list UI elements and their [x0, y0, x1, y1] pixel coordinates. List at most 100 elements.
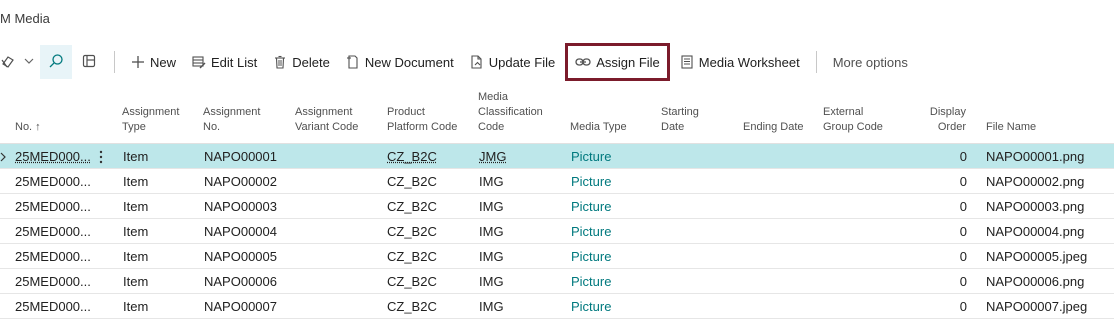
- page-title: M Media: [0, 11, 50, 26]
- cell-classification-code: JMG: [479, 149, 507, 164]
- table-row[interactable]: 25MED000... Item NAPO00004 CZ_B2C IMG Pi…: [0, 219, 1114, 244]
- cell-platform-code: CZ_B2C: [387, 149, 437, 164]
- media-worksheet-button[interactable]: Media Worksheet: [672, 45, 808, 79]
- cell-assignment-type: Item: [123, 299, 149, 314]
- cell-media-type[interactable]: Picture: [571, 269, 656, 294]
- cell-assignment-type: Item: [123, 149, 149, 164]
- column-header-label: Group Code: [823, 121, 883, 133]
- row-menu-icon[interactable]: [99, 144, 103, 169]
- column-header-display-order[interactable]: Display Order: [930, 105, 966, 135]
- column-header-label: Type: [122, 121, 146, 133]
- column-header-media-type[interactable]: Media Type: [570, 120, 627, 135]
- edit-list-icon: [192, 55, 206, 69]
- cell-media-type[interactable]: Picture: [571, 144, 656, 169]
- update-file-button[interactable]: Update File: [462, 45, 563, 79]
- cell-ending-date: [743, 219, 818, 244]
- cell-external-group-code: [824, 269, 914, 294]
- column-header-file-name[interactable]: File Name: [986, 120, 1036, 135]
- cell-variant-code: [296, 219, 381, 244]
- new-document-button[interactable]: New Document: [338, 45, 462, 79]
- column-header-assignment-no[interactable]: Assignment No.: [203, 105, 260, 135]
- cell-variant-code: [296, 244, 381, 269]
- table-row[interactable]: 25MED000... Item NAPO00006 CZ_B2C IMG Pi…: [0, 269, 1114, 294]
- cell-classification-code: IMG: [479, 249, 504, 264]
- media-table: No. ↑ Assignment Type Assignment No. Assig…: [0, 84, 1114, 319]
- cell-assignment-no: NAPO00001: [204, 149, 277, 164]
- table-row[interactable]: 25MED000... Item NAPO00007 CZ_B2C IMG Pi…: [0, 294, 1114, 319]
- cell-no[interactable]: 25MED000...: [15, 219, 99, 244]
- cell-assignment-type: Item: [123, 249, 149, 264]
- column-header-ending-date[interactable]: Ending Date: [743, 120, 804, 135]
- cell-media-type[interactable]: Picture: [571, 194, 656, 219]
- cell-no[interactable]: 25MED000...: [15, 244, 99, 269]
- cell-no[interactable]: 25MED000...: [15, 194, 99, 219]
- cell-file-name: NAPO00002.png: [986, 174, 1085, 189]
- cell-starting-date: [662, 219, 737, 244]
- cell-file-name: NAPO00006.png: [986, 274, 1085, 289]
- table-row[interactable]: 25MED000... Item NAPO00005 CZ_B2C IMG Pi…: [0, 244, 1114, 269]
- cell-no[interactable]: 25MED000...: [15, 144, 99, 169]
- cell-file-name: NAPO00004.png: [986, 224, 1085, 239]
- assign-file-button[interactable]: Assign File: [565, 43, 670, 81]
- search-button[interactable]: [40, 45, 72, 79]
- column-header-assignment-type[interactable]: Assignment Type: [122, 105, 179, 135]
- cell-assignment-no: NAPO00007: [204, 299, 277, 314]
- column-header-label: No.: [203, 121, 221, 133]
- cell-assignment-no: NAPO00005: [204, 249, 277, 264]
- cell-file-name: NAPO00007.jpeg: [986, 299, 1088, 314]
- cell-media-type[interactable]: Picture: [571, 294, 656, 319]
- toolbar-divider: [114, 51, 115, 73]
- column-header-label: File Name: [986, 121, 1037, 133]
- cell-platform-code: CZ_B2C: [387, 274, 437, 289]
- view-switch-button[interactable]: [0, 45, 40, 79]
- column-header-label: Media Type: [570, 121, 627, 133]
- cell-no[interactable]: 25MED000...: [15, 294, 99, 319]
- cell-classification-code: IMG: [479, 174, 504, 189]
- column-header-external-group-code[interactable]: External Group Code: [823, 105, 883, 135]
- cell-assignment-type: Item: [123, 199, 149, 214]
- cell-assignment-type: Item: [123, 274, 149, 289]
- cell-assignment-type: Item: [123, 224, 149, 239]
- media-worksheet-button-label: Media Worksheet: [698, 54, 800, 70]
- cell-variant-code: [296, 144, 381, 169]
- cell-file-name: NAPO00003.png: [986, 199, 1085, 214]
- column-header-no[interactable]: No. ↑: [15, 120, 41, 135]
- column-header-label: Variant Code: [295, 121, 359, 133]
- update-file-button-label: Update File: [488, 54, 556, 70]
- cell-no[interactable]: 25MED000...: [15, 269, 99, 294]
- plus-icon: [131, 55, 145, 69]
- column-header-platform-code[interactable]: Product Platform Code: [387, 105, 457, 135]
- table-row[interactable]: 25MED000... Item NAPO00002 CZ_B2C IMG Pi…: [0, 169, 1114, 194]
- more-options-button[interactable]: More options: [825, 45, 916, 79]
- cell-display-order: 0: [959, 249, 967, 264]
- cell-display-order: 0: [959, 149, 967, 164]
- cell-classification-code: IMG: [479, 274, 504, 289]
- cell-media-type[interactable]: Picture: [571, 219, 656, 244]
- layout-button[interactable]: [72, 45, 106, 79]
- table-row[interactable]: 25MED000... Item NAPO00003 CZ_B2C IMG Pi…: [0, 194, 1114, 219]
- column-header-variant-code[interactable]: Assignment Variant Code: [295, 105, 358, 135]
- table-row[interactable]: 25MED000... Item NAPO00001 CZ_B2C JMG Pi…: [0, 144, 1114, 169]
- column-header-label: Classification: [478, 106, 543, 118]
- cell-media-type[interactable]: Picture: [571, 169, 656, 194]
- new-button[interactable]: New: [123, 45, 184, 79]
- edit-list-button[interactable]: Edit List: [184, 45, 265, 79]
- cell-external-group-code: [824, 144, 914, 169]
- cell-no[interactable]: 25MED000...: [15, 169, 99, 194]
- update-file-icon: [470, 55, 484, 69]
- delete-button[interactable]: Delete: [265, 45, 338, 79]
- cell-platform-code: CZ_B2C: [387, 299, 437, 314]
- delete-button-label: Delete: [292, 54, 330, 70]
- cell-starting-date: [662, 169, 737, 194]
- link-icon: [575, 55, 591, 69]
- column-header-starting-date[interactable]: Starting Date: [661, 105, 699, 135]
- cell-ending-date: [743, 169, 818, 194]
- cell-media-type[interactable]: Picture: [571, 244, 656, 269]
- column-header-classification-code[interactable]: Media Classification Code: [478, 90, 543, 135]
- column-header-label: Assignment: [295, 106, 353, 118]
- column-header-label: Assignment: [203, 106, 261, 118]
- cell-ending-date: [743, 294, 818, 319]
- column-header-label: Date: [661, 121, 685, 133]
- column-header-label: Product: [387, 106, 425, 118]
- toolbar-divider: [815, 51, 817, 73]
